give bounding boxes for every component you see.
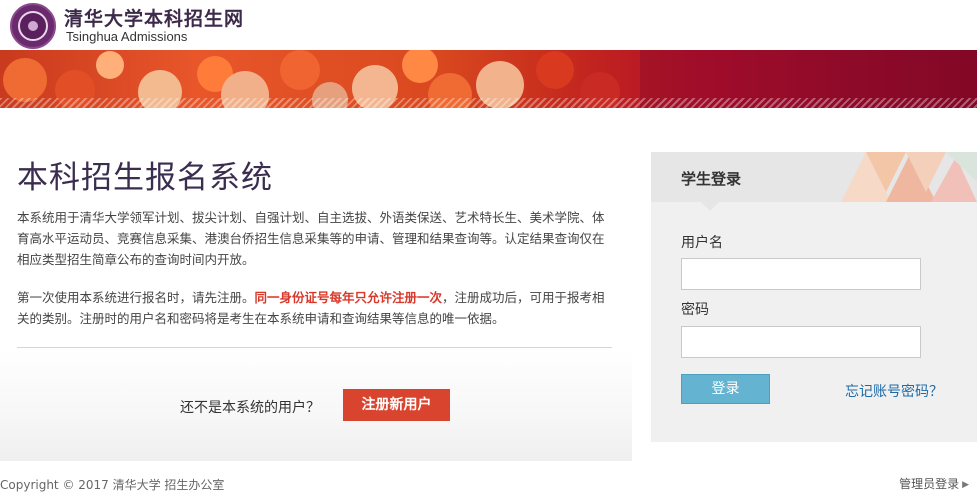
username-input[interactable]	[681, 258, 921, 290]
page-title: 本科招生报名系统	[17, 160, 273, 196]
registration-note: 第一次使用本系统进行报名时，请先注册。同一身份证号每年只允许注册一次，注册成功后…	[17, 287, 612, 329]
username-label: 用户名	[681, 235, 723, 251]
content-divider	[17, 347, 612, 348]
note-emphasis: 同一身份证号每年只允许注册一次	[254, 290, 443, 305]
login-header: 学生登录	[651, 152, 977, 202]
not-user-text: 还不是本系统的用户？	[180, 400, 320, 416]
note-before: 第一次使用本系统进行报名时，请先注册。	[17, 290, 255, 305]
tsinghua-seal-icon[interactable]	[10, 3, 56, 49]
copyright: Copyright © 2017 清华大学 招生办公室	[0, 478, 225, 492]
hero-banner	[0, 50, 977, 108]
login-panel: 学生登录 用户名 密码 登录 忘记账号密码？	[651, 152, 977, 442]
password-input[interactable]	[681, 326, 921, 358]
register-button[interactable]: 注册新用户	[343, 389, 450, 421]
site-header: 清华大学本科招生网 Tsinghua Admissions	[0, 0, 977, 50]
login-button[interactable]: 登录	[681, 374, 770, 404]
password-label: 密码	[681, 302, 709, 318]
login-title: 学生登录	[681, 170, 742, 188]
site-title-en[interactable]: Tsinghua Admissions	[66, 29, 187, 44]
admin-login-link[interactable]: 管理员登录 ▶	[899, 475, 969, 492]
caret-right-icon: ▶	[962, 480, 969, 490]
admin-login-label[interactable]: 管理员登录	[899, 477, 959, 491]
header-notch	[701, 202, 719, 211]
forgot-password-link[interactable]: 忘记账号密码？	[845, 381, 943, 401]
site-title-cn[interactable]: 清华大学本科招生网	[64, 4, 244, 31]
system-intro: 本系统用于清华大学领军计划、拔尖计划、自强计划、自主选拔、外语类保送、艺术特长生…	[17, 210, 605, 267]
